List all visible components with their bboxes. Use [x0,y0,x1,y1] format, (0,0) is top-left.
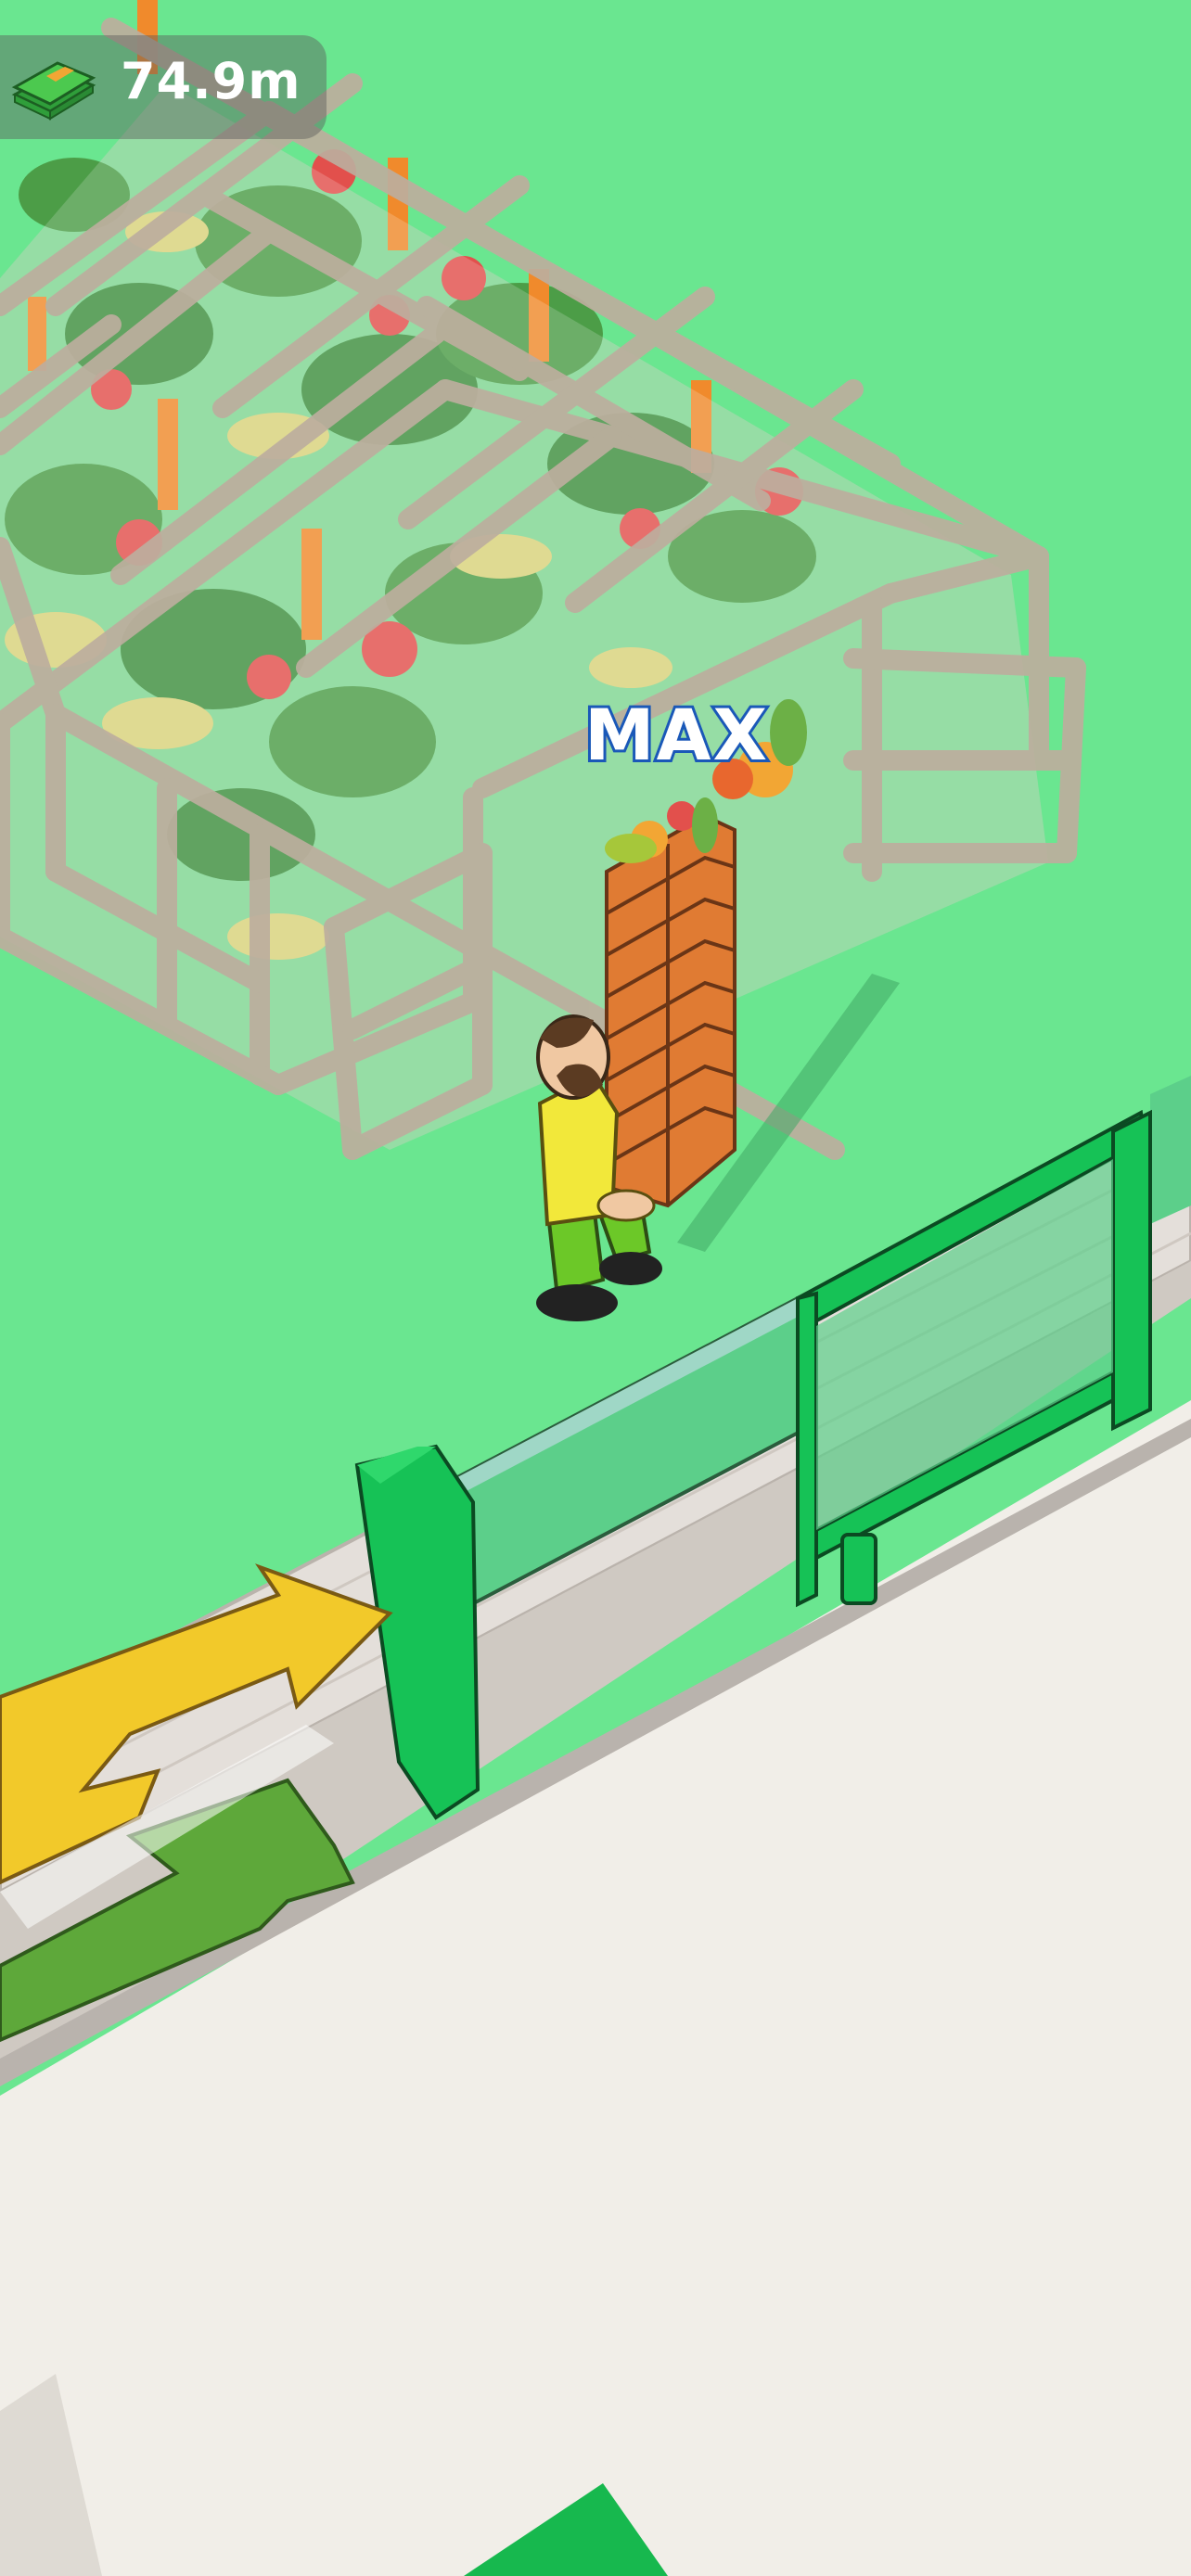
crate-stack [605,797,736,1208]
cash-counter: 74.9m [0,35,327,139]
cash-stack-icon [11,61,96,121]
cash-amount: 74.9m [121,52,301,110]
carry-max-label: MAX [582,691,770,779]
game-scene [0,0,1191,2576]
game-viewport[interactable]: 74.9m MAX [0,0,1191,2576]
